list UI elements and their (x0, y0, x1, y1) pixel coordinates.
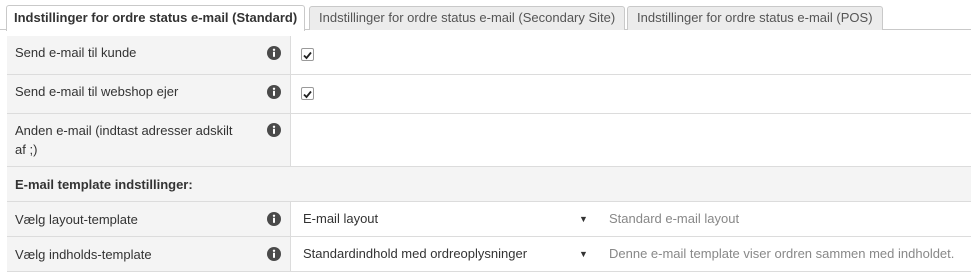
info-icon[interactable] (267, 123, 281, 137)
checkmark-icon (303, 90, 312, 99)
info-icon[interactable] (267, 247, 281, 261)
setting-label-cell: Vælg layout-template (7, 202, 291, 236)
send-owner-checkbox[interactable] (301, 87, 314, 100)
setting-label-cell: Send e-mail til webshop ejer (7, 75, 291, 113)
section-title: E-mail template indstillinger: (15, 177, 193, 192)
tab-secondary-site[interactable]: Indstillinger for ordre status e-mail (S… (309, 6, 626, 30)
setting-value-cell (291, 75, 971, 113)
setting-label-cell: Send e-mail til kunde (7, 36, 291, 74)
info-icon[interactable] (267, 46, 281, 60)
setting-row-layout-template: Vælg layout-template E-mail layout ▼ Sta… (7, 202, 971, 237)
setting-row-content-template: Vælg indholds-template Standardindhold m… (7, 237, 971, 272)
content-template-label: Vælg indholds-template (15, 247, 152, 262)
setting-label-cell: Vælg indholds-template (7, 237, 291, 271)
setting-value-cell: Standardindhold med ordreoplysninger ▼ D… (291, 237, 971, 271)
content-template-selected: Standardindhold med ordreoplysninger (303, 246, 528, 261)
caret-down-icon: ▼ (579, 214, 588, 224)
setting-value-cell (291, 36, 971, 74)
info-icon[interactable] (267, 212, 281, 226)
caret-down-icon: ▼ (579, 249, 588, 259)
setting-row-send-customer: Send e-mail til kunde (7, 36, 971, 75)
send-customer-label: Send e-mail til kunde (15, 45, 137, 60)
setting-row-send-owner: Send e-mail til webshop ejer (7, 75, 971, 114)
tab-standard[interactable]: Indstillinger for ordre status e-mail (S… (6, 5, 306, 31)
send-owner-label: Send e-mail til webshop ejer (15, 84, 179, 99)
content-template-select[interactable]: Standardindhold med ordreoplysninger ▼ (303, 244, 588, 264)
tab-bar: Indstillinger for ordre status e-mail (S… (0, 0, 971, 31)
info-icon[interactable] (267, 85, 281, 99)
template-section-header: E-mail template indstillinger: (7, 167, 971, 202)
layout-template-selected: E-mail layout (303, 211, 379, 226)
other-email-field[interactable] (291, 114, 971, 166)
send-customer-checkbox[interactable] (301, 48, 314, 61)
layout-template-label: Vælg layout-template (15, 212, 138, 227)
setting-value-cell: E-mail layout ▼ Standard e-mail layout (291, 202, 971, 236)
setting-label-cell: Anden e-mail (indtast adresser adskilt a… (7, 114, 291, 166)
tab-pos[interactable]: Indstillinger for ordre status e-mail (P… (627, 6, 883, 30)
setting-row-other-email: Anden e-mail (indtast adresser adskilt a… (7, 114, 971, 167)
layout-template-description: Standard e-mail layout (609, 211, 740, 226)
checkmark-icon (303, 51, 312, 60)
layout-template-select[interactable]: E-mail layout ▼ (303, 209, 588, 229)
content-template-description: Denne e-mail template viser ordren samme… (609, 246, 955, 261)
other-email-label: Anden e-mail (indtast adresser adskilt a… (15, 123, 233, 157)
